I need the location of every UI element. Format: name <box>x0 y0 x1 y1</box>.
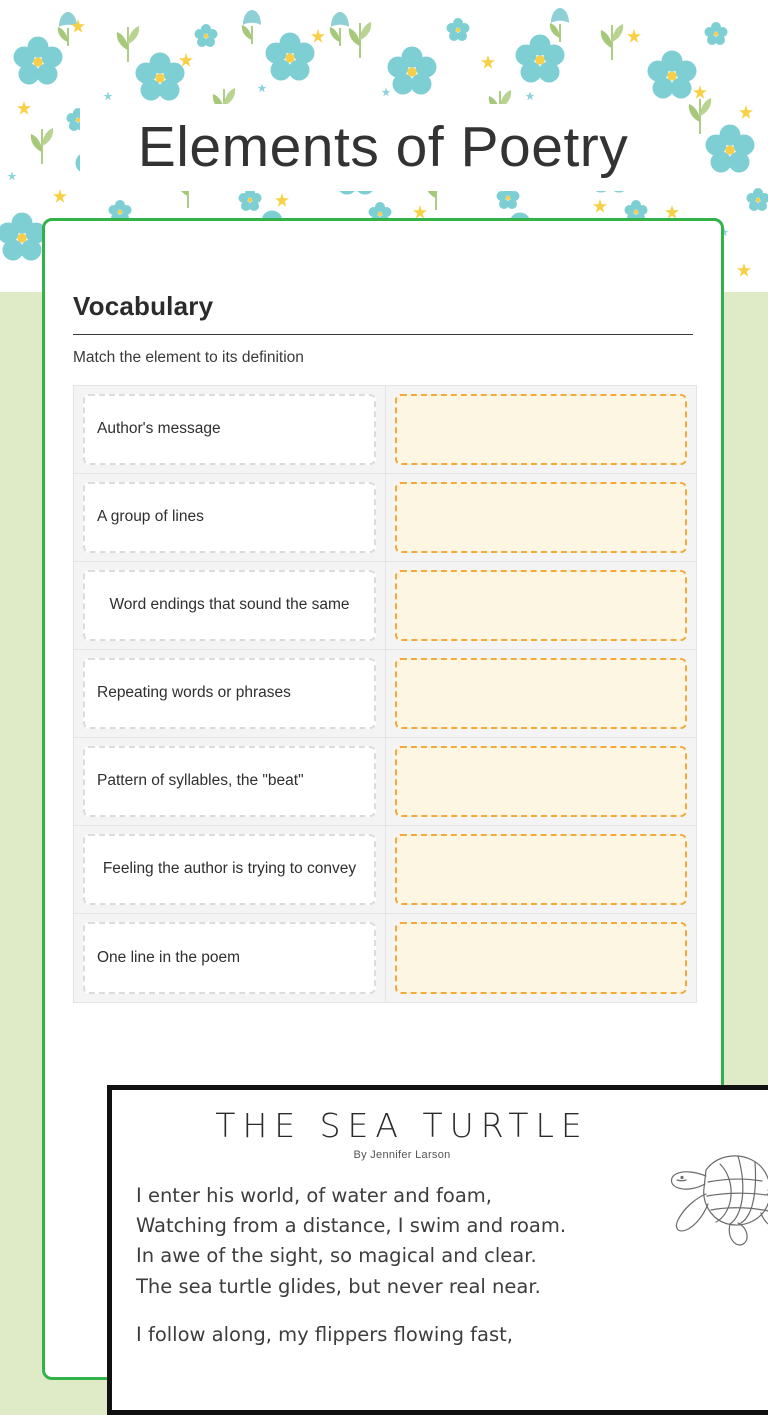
definition-cell: Pattern of syllables, the "beat" <box>74 738 385 825</box>
answer-cell <box>385 826 696 913</box>
definition-cell: A group of lines <box>74 474 385 561</box>
definition-text: Feeling the author is trying to convey <box>83 834 376 905</box>
answer-cell <box>385 650 696 737</box>
table-row: Repeating words or phrases <box>74 650 696 738</box>
matching-table: Author's message A group of lines Word e… <box>73 385 697 1003</box>
poem-line: The sea turtle glides, but never real ne… <box>136 1274 541 1298</box>
table-row: One line in the poem <box>74 914 696 1002</box>
table-row: Author's message <box>74 386 696 474</box>
definition-cell: Word endings that sound the same <box>74 562 385 649</box>
definition-cell: One line in the poem <box>74 914 385 1002</box>
table-row: A group of lines <box>74 474 696 562</box>
answer-drop-zone[interactable] <box>395 570 687 641</box>
answer-cell <box>385 914 696 1002</box>
definition-text: A group of lines <box>83 482 376 553</box>
heading-divider <box>73 334 693 335</box>
table-row: Word endings that sound the same <box>74 562 696 650</box>
title-banner: Elements of Poetry <box>80 104 686 191</box>
vocabulary-instruction: Match the element to its definition <box>73 349 304 366</box>
answer-drop-zone[interactable] <box>395 834 687 905</box>
answer-cell <box>385 474 696 561</box>
poem-line: I follow along, my flippers flowing fast… <box>136 1322 513 1346</box>
definition-text: Author's message <box>83 394 376 465</box>
vocabulary-heading: Vocabulary <box>73 291 214 321</box>
poem-stanza: I follow along, my flippers flowing fast… <box>136 1320 768 1350</box>
answer-drop-zone[interactable] <box>395 746 687 817</box>
definition-text: Pattern of syllables, the "beat" <box>83 746 376 817</box>
definition-text: Repeating words or phrases <box>83 658 376 729</box>
page-title: Elements of Poetry <box>137 115 629 179</box>
definition-cell: Author's message <box>74 386 385 473</box>
table-row: Pattern of syllables, the "beat" <box>74 738 696 826</box>
definition-cell: Repeating words or phrases <box>74 650 385 737</box>
answer-drop-zone[interactable] <box>395 482 687 553</box>
answer-cell <box>385 386 696 473</box>
table-row: Feeling the author is trying to convey <box>74 826 696 914</box>
poem-card: THE SEA TURTLE By Jennifer Larson I ente… <box>107 1085 768 1415</box>
poem-inner: THE SEA TURTLE By Jennifer Larson I ente… <box>112 1090 768 1410</box>
sea-turtle-icon <box>670 1155 768 1246</box>
definition-text: One line in the poem <box>83 922 376 994</box>
definition-cell: Feeling the author is trying to convey <box>74 826 385 913</box>
answer-drop-zone[interactable] <box>395 394 687 465</box>
definition-text: Word endings that sound the same <box>83 570 376 641</box>
answer-drop-zone[interactable] <box>395 658 687 729</box>
answer-cell <box>385 738 696 825</box>
worksheet-card-inner: Vocabulary Match the element to its defi… <box>45 221 721 1003</box>
answer-cell <box>385 562 696 649</box>
answer-drop-zone[interactable] <box>395 922 687 994</box>
